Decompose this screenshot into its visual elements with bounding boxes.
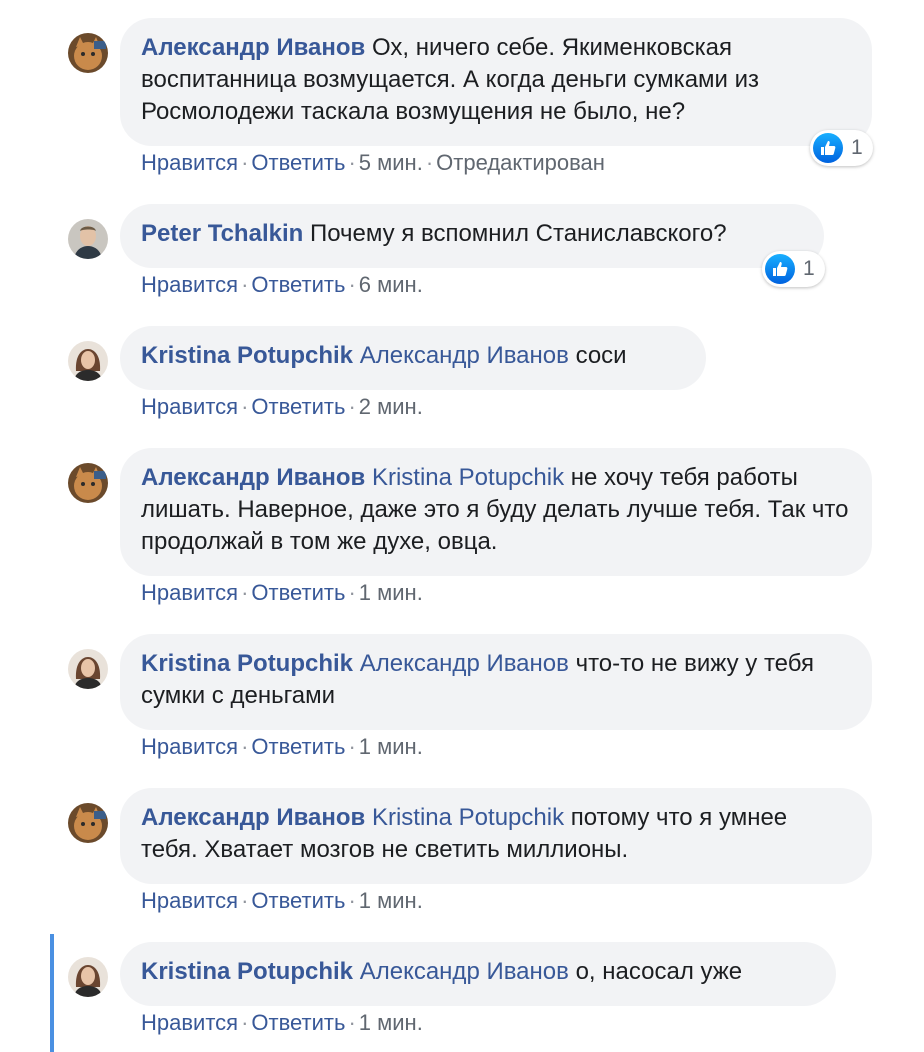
reply-link[interactable]: Ответить — [251, 272, 345, 297]
timestamp[interactable]: 2 мин. — [359, 394, 423, 419]
separator: · — [425, 150, 434, 175]
comment-bubble: Александр Иванов Kristina Potupchik не х… — [120, 448, 872, 576]
reaction-count[interactable]: 1 — [762, 251, 825, 287]
like-link[interactable]: Нравится — [141, 888, 238, 913]
separator: · — [348, 150, 356, 175]
comment-actions: Нравится · Ответить · 1 мин. — [141, 886, 423, 916]
comment-author[interactable]: Kristina Potupchik — [141, 958, 353, 985]
timestamp[interactable]: 1 мин. — [359, 888, 423, 913]
cat-avatar-icon — [68, 463, 108, 503]
comment-actions: Нравится · Ответить · 6 мин. — [141, 270, 423, 300]
mention-link[interactable]: Александр Иванов — [360, 650, 569, 677]
avatar[interactable] — [68, 803, 108, 843]
man-avatar-icon — [68, 219, 108, 259]
like-link[interactable]: Нравится — [141, 1010, 238, 1035]
like-link[interactable]: Нравится — [141, 734, 238, 759]
reaction-number: 1 — [851, 136, 863, 159]
like-link[interactable]: Нравится — [141, 580, 238, 605]
separator: · — [348, 734, 356, 759]
avatar[interactable] — [68, 649, 108, 689]
comment-text: Почему я вспомнил Станиславского? — [309, 220, 727, 247]
reply-link[interactable]: Ответить — [251, 734, 345, 759]
comment-actions: Нравится · Ответить · 2 мин. — [141, 392, 423, 422]
separator: · — [241, 150, 249, 175]
separator: · — [241, 394, 249, 419]
comment-author[interactable]: Kristina Potupchik — [141, 342, 353, 369]
reply-link[interactable]: Ответить — [251, 580, 345, 605]
comment-actions: Нравится · Ответить · 1 мин. — [141, 732, 423, 762]
woman-avatar-icon — [68, 341, 108, 381]
timestamp[interactable]: 1 мин. — [359, 1010, 423, 1035]
separator: · — [348, 1010, 356, 1035]
mention-link[interactable]: Александр Иванов — [360, 342, 569, 369]
mention-link[interactable]: Александр Иванов — [360, 958, 569, 985]
avatar[interactable] — [68, 957, 108, 997]
like-reaction-icon — [813, 133, 843, 163]
reply-link[interactable]: Ответить — [251, 1010, 345, 1035]
comment-actions: Нравится · Ответить · 5 мин. · Отредактирован — [141, 148, 605, 178]
comment-text: о, насосал уже — [575, 958, 743, 985]
separator: · — [348, 580, 356, 605]
mention-link[interactable]: Kristina Potupchik — [372, 804, 564, 831]
separator: · — [241, 1010, 249, 1035]
woman-avatar-icon — [68, 957, 108, 997]
mention-link[interactable]: Kristina Potupchik — [372, 464, 564, 491]
comment-author[interactable]: Peter Tchalkin — [141, 220, 303, 247]
comment-author[interactable]: Александр Иванов — [141, 804, 365, 831]
like-link[interactable]: Нравится — [141, 150, 238, 175]
like-reaction-icon — [765, 254, 795, 284]
reaction-count[interactable]: 1 — [810, 130, 873, 166]
cat-avatar-icon — [68, 803, 108, 843]
active-thread-indicator — [50, 934, 54, 1052]
reaction-number: 1 — [803, 257, 815, 280]
reply-link[interactable]: Ответить — [251, 150, 345, 175]
separator: · — [348, 394, 356, 419]
timestamp[interactable]: 1 мин. — [359, 734, 423, 759]
comment-author[interactable]: Александр Иванов — [141, 464, 365, 491]
separator: · — [348, 272, 356, 297]
comment-actions: Нравится · Ответить · 1 мин. — [141, 1008, 423, 1038]
separator: · — [241, 734, 249, 759]
comment-text: соси — [575, 342, 627, 369]
edited-label[interactable]: Отредактирован — [436, 150, 605, 175]
comment-bubble: Александр Иванов Ох, ничего себе. Якимен… — [120, 18, 872, 146]
comment-bubble: Peter Tchalkin Почему я вспомнил Станисл… — [120, 204, 824, 268]
separator: · — [348, 888, 356, 913]
separator: · — [241, 580, 249, 605]
avatar[interactable] — [68, 341, 108, 381]
timestamp[interactable]: 1 мин. — [359, 580, 423, 605]
comment-author[interactable]: Александр Иванов — [141, 34, 365, 61]
cat-avatar-icon — [68, 33, 108, 73]
comment-bubble: Александр Иванов Kristina Potupchik пото… — [120, 788, 872, 884]
timestamp[interactable]: 5 мин. — [359, 150, 423, 175]
like-link[interactable]: Нравится — [141, 394, 238, 419]
avatar[interactable] — [68, 219, 108, 259]
avatar[interactable] — [68, 463, 108, 503]
comment-bubble: Kristina Potupchik Александр Иванов соси — [120, 326, 706, 390]
woman-avatar-icon — [68, 649, 108, 689]
reply-link[interactable]: Ответить — [251, 394, 345, 419]
like-link[interactable]: Нравится — [141, 272, 238, 297]
separator: · — [241, 272, 249, 297]
timestamp[interactable]: 6 мин. — [359, 272, 423, 297]
avatar[interactable] — [68, 33, 108, 73]
separator: · — [241, 888, 249, 913]
reply-link[interactable]: Ответить — [251, 888, 345, 913]
comment-bubble: Kristina Potupchik Александр Иванов что-… — [120, 634, 872, 730]
comment-actions: Нравится · Ответить · 1 мин. — [141, 578, 423, 608]
comment-bubble: Kristina Potupchik Александр Иванов о, н… — [120, 942, 836, 1006]
comment-author[interactable]: Kristina Potupchik — [141, 650, 353, 677]
